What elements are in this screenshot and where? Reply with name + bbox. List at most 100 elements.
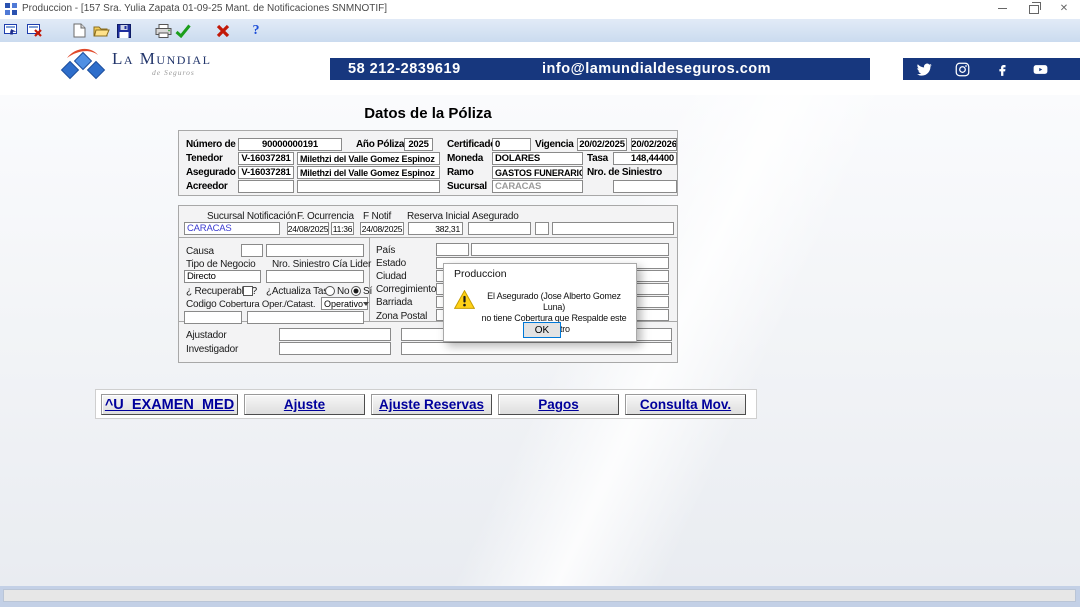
save-button[interactable] bbox=[114, 21, 134, 40]
sucursal-label: Sucursal bbox=[447, 181, 487, 192]
ramo-label: Ramo bbox=[447, 167, 474, 178]
save-icon bbox=[117, 24, 131, 38]
certificado-field[interactable]: 0 bbox=[492, 138, 531, 151]
asegurado-notif-label: Asegurado bbox=[472, 211, 519, 222]
print-icon bbox=[155, 24, 172, 38]
ajuste-button[interactable]: Ajuste bbox=[244, 394, 365, 415]
acreedor-label: Acreedor bbox=[186, 181, 228, 192]
app-icon bbox=[5, 3, 18, 16]
asegurado-tipo-field[interactable] bbox=[535, 222, 549, 235]
nro-siniestro-cia-field[interactable] bbox=[266, 270, 364, 283]
reserva-inicial-field[interactable]: 382,31 bbox=[408, 222, 463, 235]
moneda-field[interactable]: DOLARES bbox=[492, 152, 583, 165]
pais-field[interactable] bbox=[471, 243, 669, 256]
ajustador-label: Ajustador bbox=[186, 330, 226, 341]
cancel-button[interactable] bbox=[213, 21, 233, 40]
ajuste-reservas-button[interactable]: Ajuste Reservas bbox=[371, 394, 492, 415]
open-folder-button[interactable] bbox=[91, 21, 111, 40]
accept-check-icon bbox=[175, 24, 191, 38]
tasa-field[interactable]: 148,44400 bbox=[613, 152, 677, 165]
company-logo-icon bbox=[58, 46, 112, 84]
new-document-icon bbox=[73, 23, 86, 38]
vigencia-desde-field[interactable]: 20/02/2025 bbox=[577, 138, 627, 151]
investigador-label: Investigador bbox=[186, 344, 238, 355]
dialog-message-line1: El Asegurado (Jose Alberto Gomez Luna) bbox=[476, 291, 632, 313]
examen-med-button[interactable]: ^U_EXAMEN_MED bbox=[101, 394, 238, 415]
asegurado-nombre-field[interactable]: Milethzi del Valle Gomez Espinoz bbox=[297, 166, 440, 179]
asegurado-id-field[interactable]: V-16037281 bbox=[238, 166, 294, 179]
f-ocurrencia-label: F. Ocurrencia bbox=[297, 211, 354, 222]
investigador-codigo-field[interactable] bbox=[279, 342, 391, 355]
produccion-dialog: Produccion El Asegurado (Jose Alberto Go… bbox=[443, 263, 637, 342]
minimize-button[interactable] bbox=[988, 0, 1016, 18]
tipo-negocio-field[interactable]: Directo bbox=[184, 270, 261, 283]
moneda-label: Moneda bbox=[447, 153, 483, 164]
social-bar bbox=[903, 58, 1080, 80]
youtube-icon[interactable] bbox=[1033, 62, 1048, 77]
cobertura-field[interactable] bbox=[247, 311, 364, 324]
investigador-nombre-field[interactable] bbox=[401, 342, 672, 355]
acreedor-id-field[interactable] bbox=[238, 180, 294, 193]
nro-siniestro-label: Nro. de Siniestro bbox=[587, 167, 662, 178]
contact-bar: 58 212-2839619 info@lamundialdeseguros.c… bbox=[330, 58, 870, 80]
actualiza-tasa-si-radio[interactable] bbox=[351, 286, 361, 296]
warning-icon bbox=[454, 290, 475, 309]
acreedor-nombre-field[interactable] bbox=[297, 180, 440, 193]
twitter-icon[interactable] bbox=[917, 62, 932, 77]
print-button[interactable] bbox=[153, 21, 173, 40]
actualiza-tasa-no-radio[interactable] bbox=[325, 286, 335, 296]
asegurado-label: Asegurado bbox=[186, 167, 236, 178]
cobertura-tipo-dropdown[interactable]: Operativo bbox=[321, 297, 368, 310]
new-document-button[interactable] bbox=[69, 21, 89, 40]
phone-number: 58 212-2839619 bbox=[348, 61, 461, 77]
tasa-label: Tasa bbox=[587, 153, 608, 164]
status-bar bbox=[0, 586, 1080, 607]
email-address[interactable]: info@lamundialdeseguros.com bbox=[542, 61, 771, 77]
accept-button[interactable] bbox=[173, 21, 193, 40]
title-bar: Produccion - [157 Sra. Yulia Zapata 01-0… bbox=[0, 0, 1080, 20]
dialog-title: Produccion bbox=[454, 268, 507, 280]
facebook-icon[interactable] bbox=[995, 62, 1010, 77]
causa-codigo-field[interactable] bbox=[241, 244, 263, 257]
tenedor-nombre-field[interactable]: Milethzi del Valle Gomez Espinoz bbox=[297, 152, 440, 165]
logo-subtext: de Seguros bbox=[152, 68, 195, 77]
export-screen-button[interactable] bbox=[2, 21, 22, 40]
recuperable-checkbox[interactable] bbox=[243, 286, 253, 296]
pagos-button[interactable]: Pagos bbox=[498, 394, 619, 415]
sucursal-notificacion-field[interactable]: CARACAS bbox=[184, 222, 280, 235]
ciudad-label: Ciudad bbox=[376, 271, 407, 282]
cobertura-label: Cobertura Oper./Catast. bbox=[219, 299, 315, 310]
radio-no-label: No bbox=[337, 286, 349, 297]
close-screen-button[interactable] bbox=[25, 21, 45, 40]
application-window: Produccion - [157 Sra. Yulia Zapata 01-0… bbox=[0, 0, 1080, 607]
ajustador-codigo-field[interactable] bbox=[279, 328, 391, 341]
f-ocurrencia-field[interactable]: 24/08/2025 bbox=[287, 222, 329, 235]
pais-codigo-field[interactable] bbox=[436, 243, 469, 256]
causa-descripcion-field[interactable] bbox=[266, 244, 364, 257]
consulta-mov-button[interactable]: Consulta Mov. bbox=[625, 394, 746, 415]
anio-field[interactable]: 2025 bbox=[404, 138, 433, 151]
codigo-label: Codigo bbox=[186, 299, 217, 310]
policy-groupbox: Número de 90000000191 Año Póliza 2025 Ce… bbox=[178, 130, 678, 196]
instagram-icon[interactable] bbox=[955, 62, 970, 77]
hora-ocurrencia-field[interactable]: 11:36 bbox=[331, 222, 354, 235]
help-button[interactable]: ? bbox=[246, 21, 266, 40]
ok-button[interactable]: OK bbox=[523, 322, 561, 338]
vigencia-hasta-field[interactable]: 20/02/2026 bbox=[631, 138, 677, 151]
chevron-down-icon bbox=[363, 302, 369, 306]
numero-field[interactable]: 90000000191 bbox=[238, 138, 342, 151]
pais-label: País bbox=[376, 245, 395, 256]
sucursal-notificacion-label: Sucursal Notificación bbox=[207, 211, 296, 222]
ramo-field[interactable]: GASTOS FUNERARIO bbox=[492, 166, 583, 179]
tenedor-id-field[interactable]: V-16037281 bbox=[238, 152, 294, 165]
toolbar: ? bbox=[0, 19, 1080, 43]
cobertura-tipo-value: Operativo bbox=[324, 299, 363, 309]
close-button[interactable]: ✕ bbox=[1050, 0, 1078, 18]
asegurado-nombre-notif-field[interactable] bbox=[552, 222, 674, 235]
codigo-field[interactable] bbox=[184, 311, 242, 324]
corregimiento-label: Corregimiento bbox=[376, 284, 436, 295]
asegurado-codigo-field[interactable] bbox=[468, 222, 531, 235]
f-notif-field[interactable]: 24/08/2025 bbox=[360, 222, 404, 235]
siniestro-numero-field[interactable] bbox=[613, 180, 677, 193]
restore-button[interactable] bbox=[1020, 0, 1048, 18]
